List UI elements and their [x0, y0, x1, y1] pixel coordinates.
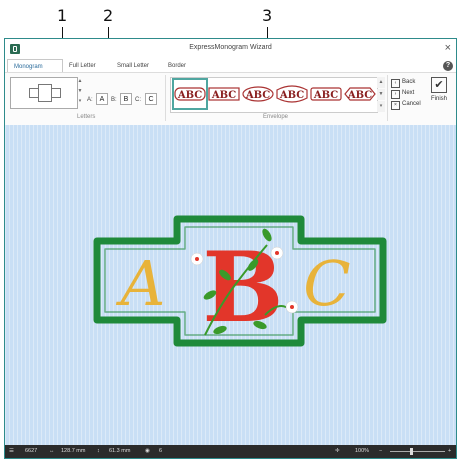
height-icon: ↕	[97, 448, 100, 454]
tab-small-letter[interactable]: Small Letter	[111, 59, 155, 73]
tab-border[interactable]: Border	[162, 59, 192, 73]
next-arrow-icon: ›	[391, 90, 400, 99]
design-height: 61.3 mm	[109, 448, 131, 454]
callout-1: 1	[57, 6, 68, 25]
letter-c-label: C:	[135, 97, 141, 103]
help-icon[interactable]: ?	[443, 61, 453, 71]
letter-b-label: B:	[111, 97, 117, 103]
envelope-option-2-text: ABC	[211, 90, 236, 101]
letter-a-field[interactable]: A	[96, 93, 108, 105]
back-button[interactable]: ‹ Back	[391, 77, 416, 88]
layout-small-box-right	[51, 88, 61, 98]
letters-group-label: Letters	[77, 114, 96, 120]
envelope-option-1-text: ABC	[177, 90, 202, 101]
back-arrow-icon: ‹	[391, 79, 400, 88]
callout-2: 2	[103, 6, 114, 25]
palette-icon: ◉	[145, 448, 150, 454]
envelope-option-1[interactable]: ABC	[172, 78, 208, 110]
envelope-option-6-text: ABC	[347, 90, 372, 101]
zoom-level: 100%	[355, 448, 370, 454]
letter-c-field[interactable]: C	[145, 93, 157, 105]
callout-3: 3	[262, 6, 273, 25]
layout-more-icon[interactable]: ▾	[77, 97, 83, 106]
envelope-option-5[interactable]: ABC	[310, 80, 342, 108]
finish-button[interactable]: ✔ Finish	[428, 77, 450, 102]
layout-scroll-up-icon[interactable]: ▲	[77, 77, 83, 86]
cancel-button[interactable]: × Cancel	[391, 99, 421, 110]
envelope-option-3-text: ABC	[245, 90, 270, 101]
width-icon: ↔	[49, 448, 55, 454]
layout-large-box-center	[38, 84, 52, 102]
next-button[interactable]: › Next	[391, 88, 415, 99]
tab-monogram[interactable]: Monogram	[7, 59, 63, 73]
envelope-option-2[interactable]: ABC	[208, 80, 240, 108]
zoom-out-icon[interactable]: −	[379, 448, 382, 454]
letter-b-field[interactable]: B	[120, 93, 132, 105]
tab-full-letter[interactable]: Full Letter	[63, 59, 102, 73]
flower-icon	[285, 300, 299, 314]
zoom-slider-handle[interactable]	[410, 448, 413, 455]
ribbon-separator	[387, 75, 388, 121]
design-canvas[interactable]: A C B	[5, 125, 456, 445]
monogram-design: A C B	[93, 215, 387, 347]
envelope-option-5-text: ABC	[313, 90, 338, 101]
checkmark-icon: ✔	[431, 77, 447, 93]
zoom-in-icon[interactable]: +	[448, 448, 451, 454]
envelope-scroll-down-icon[interactable]: ▼	[377, 89, 385, 100]
title-bar: ExpressMonogram Wizard ×	[5, 39, 456, 59]
envelope-group-label: Envelope	[263, 114, 289, 120]
ribbon-separator	[165, 75, 166, 121]
design-width: 128.7 mm	[61, 448, 86, 454]
zoom-slider[interactable]	[390, 451, 445, 452]
envelope-option-4-text: ABC	[279, 90, 304, 101]
cancel-label: Cancel	[402, 101, 421, 107]
finish-label: Finish	[430, 96, 447, 102]
layout-scroll-down-icon[interactable]: ▼	[77, 87, 83, 96]
side-letter-a: A	[116, 247, 166, 320]
stitch-count: 6627	[25, 448, 38, 454]
envelope-more-icon[interactable]: ▾	[377, 101, 385, 112]
color-count: 6	[159, 448, 163, 454]
close-button[interactable]: ×	[445, 42, 451, 54]
fit-icon[interactable]: ✛	[335, 448, 340, 454]
envelope-scroll-up-icon[interactable]: ▲	[377, 77, 385, 88]
monogram-layout-selector[interactable]	[10, 77, 78, 109]
side-letter-c: C	[303, 247, 350, 320]
envelope-gallery: ABC ABC ABC ABC ABC ABC	[170, 77, 378, 113]
ribbon: ▲ ▼ ▾ A: A B: B C: C Letters ABC ABC ABC	[5, 72, 456, 126]
menu-icon[interactable]: ☰	[9, 448, 14, 454]
status-bar: ☰ 6627 ↔ 128.7 mm ↕ 61.3 mm ◉ 6 ✛ 100% −…	[5, 445, 456, 458]
envelope-option-3[interactable]: ABC	[242, 80, 274, 108]
envelope-option-6[interactable]: ABC	[344, 80, 376, 108]
monogram-wizard-window: ExpressMonogram Wizard × ? Monogram Full…	[4, 38, 457, 459]
flower-icon	[270, 246, 284, 260]
center-letter-b: B	[202, 231, 283, 344]
flower-icon	[190, 252, 204, 266]
back-label: Back	[402, 79, 416, 85]
cancel-x-icon: ×	[391, 101, 400, 110]
window-title: ExpressMonogram Wizard	[189, 44, 272, 51]
letter-a-label: A:	[87, 97, 93, 103]
envelope-option-4[interactable]: ABC	[276, 80, 308, 108]
next-label: Next	[402, 90, 415, 96]
